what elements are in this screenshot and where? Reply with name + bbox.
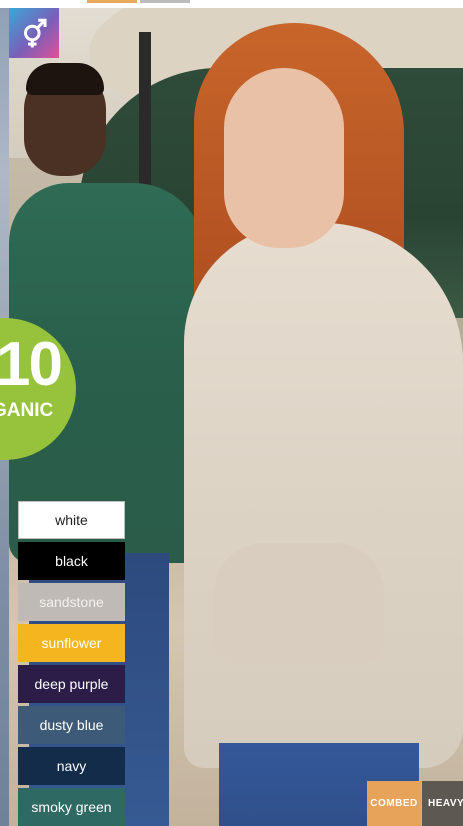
swatch-label: dusty blue bbox=[39, 717, 104, 733]
swatch-white[interactable]: white bbox=[18, 501, 125, 539]
swatch-sunflower[interactable]: sunflower bbox=[18, 624, 125, 662]
unisex-gender-icon bbox=[9, 8, 59, 58]
swatch-label: black bbox=[55, 553, 88, 569]
swatch-deep-purple[interactable]: deep purple bbox=[18, 665, 125, 703]
woman-sand-hoodie bbox=[184, 223, 463, 768]
man-hair bbox=[26, 63, 104, 95]
swatch-label: smoky green bbox=[31, 799, 112, 815]
woman-face bbox=[224, 68, 344, 248]
woman-hoodie-pocket bbox=[214, 543, 384, 663]
combed-tag: COMBED bbox=[367, 781, 421, 826]
unisex-symbol-icon bbox=[24, 18, 47, 48]
organic-badge-label: GANIC bbox=[0, 400, 54, 421]
swatch-sandstone[interactable]: sandstone bbox=[18, 583, 125, 621]
color-swatch-list: white black sandstone sunflower deep pur… bbox=[18, 501, 125, 826]
swatch-label: deep purple bbox=[34, 676, 109, 692]
swatch-label: sunflower bbox=[41, 635, 102, 651]
swatch-smoky-green[interactable]: smoky green bbox=[18, 788, 125, 826]
catalog-page: 10 GANIC white black sandstone sunflower… bbox=[0, 0, 463, 826]
swatch-label: sandstone bbox=[39, 594, 104, 610]
swatch-navy[interactable]: navy bbox=[18, 747, 125, 785]
heavy-tag: HEAVY bbox=[422, 781, 463, 826]
top-tab-gray bbox=[140, 0, 190, 3]
top-strip bbox=[0, 0, 463, 8]
swatch-dusty-blue[interactable]: dusty blue bbox=[18, 706, 125, 744]
swatch-label: white bbox=[55, 512, 88, 528]
top-tab-accent bbox=[87, 0, 137, 3]
swatch-label: navy bbox=[56, 758, 87, 774]
swatch-black[interactable]: black bbox=[18, 542, 125, 580]
organic-badge-number: 10 bbox=[0, 330, 63, 399]
